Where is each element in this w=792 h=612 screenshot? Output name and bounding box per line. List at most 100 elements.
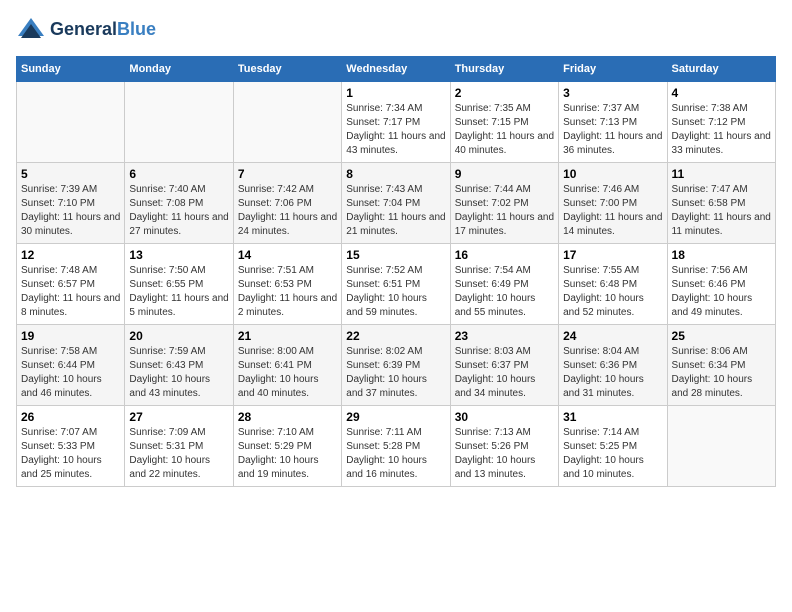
- day-info: Sunrise: 8:04 AM Sunset: 6:36 PM Dayligh…: [563, 345, 662, 401]
- calendar-cell: 13 Sunrise: 7:50 AM Sunset: 6:55 PM Dayli…: [125, 244, 233, 325]
- day-info: Sunrise: 8:02 AM Sunset: 6:39 PM Dayligh…: [346, 345, 445, 401]
- calendar-cell: 2Sunrise: 7:35 AM Sunset: 7:15 PM Daylig…: [450, 82, 558, 163]
- calendar-cell: 27 Sunrise: 7:09 AM Sunset: 5:31 PM Dayli…: [125, 406, 233, 487]
- day-number: 6: [129, 167, 228, 181]
- weekday-monday: Monday: [125, 57, 233, 82]
- day-number: 3: [563, 86, 662, 100]
- calendar-cell: 25Sunrise: 8:06 AM Sunset: 6:34 PM Dayli…: [667, 325, 775, 406]
- calendar-cell: 1Sunrise: 7:34 AM Sunset: 7:17 PM Daylig…: [342, 82, 450, 163]
- calendar-cell: 29 Sunrise: 7:11 AM Sunset: 5:28 PM Dayli…: [342, 406, 450, 487]
- calendar-cell: 17 Sunrise: 7:55 AM Sunset: 6:48 PM Dayli…: [559, 244, 667, 325]
- day-number: 21: [238, 329, 337, 343]
- calendar-cell: 15Sunrise: 7:52 AM Sunset: 6:51 PM Dayli…: [342, 244, 450, 325]
- day-info: Sunrise: 7:40 AM Sunset: 7:08 PM Dayligh…: [129, 183, 228, 239]
- day-info: Sunrise: 7:39 AM Sunset: 7:10 PM Dayligh…: [21, 183, 120, 239]
- day-number: 24: [563, 329, 662, 343]
- calendar-cell: 10Sunrise: 7:46 AM Sunset: 7:00 PM Dayli…: [559, 163, 667, 244]
- day-info: Sunrise: 7:42 AM Sunset: 7:06 PM Dayligh…: [238, 183, 337, 239]
- logo-icon: [16, 16, 46, 44]
- day-info: Sunrise: 7:47 AM Sunset: 6:58 PM Dayligh…: [672, 183, 771, 239]
- logo-text: GeneralBlue: [50, 20, 156, 40]
- calendar-cell: 14 Sunrise: 7:51 AM Sunset: 6:53 PM Dayli…: [233, 244, 341, 325]
- calendar-cell: 4 Sunrise: 7:38 AM Sunset: 7:12 PM Daylig…: [667, 82, 775, 163]
- day-number: 22: [346, 329, 445, 343]
- day-number: 23: [455, 329, 554, 343]
- page-header: GeneralBlue: [16, 16, 776, 44]
- day-number: 26: [21, 410, 120, 424]
- day-info: Sunrise: 7:44 AM Sunset: 7:02 PM Dayligh…: [455, 183, 554, 239]
- week-row-1: 1Sunrise: 7:34 AM Sunset: 7:17 PM Daylig…: [17, 82, 776, 163]
- weekday-wednesday: Wednesday: [342, 57, 450, 82]
- day-info: Sunrise: 8:00 AM Sunset: 6:41 PM Dayligh…: [238, 345, 337, 401]
- day-number: 14: [238, 248, 337, 262]
- day-info: Sunrise: 7:37 AM Sunset: 7:13 PM Dayligh…: [563, 102, 662, 158]
- calendar-cell: [233, 82, 341, 163]
- calendar-cell: 20 Sunrise: 7:59 AM Sunset: 6:43 PM Dayli…: [125, 325, 233, 406]
- calendar-cell: 3 Sunrise: 7:37 AM Sunset: 7:13 PM Daylig…: [559, 82, 667, 163]
- day-number: 5: [21, 167, 120, 181]
- calendar-cell: 11 Sunrise: 7:47 AM Sunset: 6:58 PM Dayli…: [667, 163, 775, 244]
- day-info: Sunrise: 8:03 AM Sunset: 6:37 PM Dayligh…: [455, 345, 554, 401]
- calendar-cell: [17, 82, 125, 163]
- day-info: Sunrise: 7:51 AM Sunset: 6:53 PM Dayligh…: [238, 264, 337, 320]
- calendar-cell: 5 Sunrise: 7:39 AM Sunset: 7:10 PM Daylig…: [17, 163, 125, 244]
- day-info: Sunrise: 7:38 AM Sunset: 7:12 PM Dayligh…: [672, 102, 771, 158]
- day-info: Sunrise: 7:50 AM Sunset: 6:55 PM Dayligh…: [129, 264, 228, 320]
- calendar-cell: 22 Sunrise: 8:02 AM Sunset: 6:39 PM Dayli…: [342, 325, 450, 406]
- weekday-friday: Friday: [559, 57, 667, 82]
- day-info: Sunrise: 7:52 AM Sunset: 6:51 PM Dayligh…: [346, 264, 445, 320]
- day-number: 16: [455, 248, 554, 262]
- day-number: 8: [346, 167, 445, 181]
- calendar-table: SundayMondayTuesdayWednesdayThursdayFrid…: [16, 56, 776, 487]
- day-info: Sunrise: 7:46 AM Sunset: 7:00 PM Dayligh…: [563, 183, 662, 239]
- calendar-cell: 30Sunrise: 7:13 AM Sunset: 5:26 PM Dayli…: [450, 406, 558, 487]
- day-number: 4: [672, 86, 771, 100]
- day-number: 1: [346, 86, 445, 100]
- day-info: Sunrise: 7:58 AM Sunset: 6:44 PM Dayligh…: [21, 345, 120, 401]
- calendar-body: 1Sunrise: 7:34 AM Sunset: 7:17 PM Daylig…: [17, 82, 776, 487]
- day-number: 11: [672, 167, 771, 181]
- calendar-cell: 8 Sunrise: 7:43 AM Sunset: 7:04 PM Daylig…: [342, 163, 450, 244]
- calendar-cell: 9 Sunrise: 7:44 AM Sunset: 7:02 PM Daylig…: [450, 163, 558, 244]
- calendar-cell: 24 Sunrise: 8:04 AM Sunset: 6:36 PM Dayli…: [559, 325, 667, 406]
- week-row-3: 12 Sunrise: 7:48 AM Sunset: 6:57 PM Dayli…: [17, 244, 776, 325]
- day-info: Sunrise: 7:09 AM Sunset: 5:31 PM Dayligh…: [129, 426, 228, 482]
- day-info: Sunrise: 7:14 AM Sunset: 5:25 PM Dayligh…: [563, 426, 662, 482]
- day-info: Sunrise: 7:43 AM Sunset: 7:04 PM Dayligh…: [346, 183, 445, 239]
- calendar-cell: 28Sunrise: 7:10 AM Sunset: 5:29 PM Dayli…: [233, 406, 341, 487]
- day-number: 7: [238, 167, 337, 181]
- calendar-cell: 31 Sunrise: 7:14 AM Sunset: 5:25 PM Dayli…: [559, 406, 667, 487]
- weekday-thursday: Thursday: [450, 57, 558, 82]
- day-info: Sunrise: 7:55 AM Sunset: 6:48 PM Dayligh…: [563, 264, 662, 320]
- day-number: 31: [563, 410, 662, 424]
- day-number: 29: [346, 410, 445, 424]
- day-info: Sunrise: 7:59 AM Sunset: 6:43 PM Dayligh…: [129, 345, 228, 401]
- calendar-cell: [667, 406, 775, 487]
- calendar-cell: 19Sunrise: 7:58 AM Sunset: 6:44 PM Dayli…: [17, 325, 125, 406]
- day-info: Sunrise: 8:06 AM Sunset: 6:34 PM Dayligh…: [672, 345, 771, 401]
- day-info: Sunrise: 7:07 AM Sunset: 5:33 PM Dayligh…: [21, 426, 120, 482]
- day-info: Sunrise: 7:11 AM Sunset: 5:28 PM Dayligh…: [346, 426, 445, 482]
- day-info: Sunrise: 7:13 AM Sunset: 5:26 PM Dayligh…: [455, 426, 554, 482]
- calendar-cell: 18 Sunrise: 7:56 AM Sunset: 6:46 PM Dayli…: [667, 244, 775, 325]
- day-info: Sunrise: 7:54 AM Sunset: 6:49 PM Dayligh…: [455, 264, 554, 320]
- week-row-5: 26 Sunrise: 7:07 AM Sunset: 5:33 PM Dayli…: [17, 406, 776, 487]
- day-number: 28: [238, 410, 337, 424]
- week-row-4: 19Sunrise: 7:58 AM Sunset: 6:44 PM Dayli…: [17, 325, 776, 406]
- weekday-sunday: Sunday: [17, 57, 125, 82]
- day-number: 27: [129, 410, 228, 424]
- calendar-cell: 26 Sunrise: 7:07 AM Sunset: 5:33 PM Dayli…: [17, 406, 125, 487]
- day-number: 12: [21, 248, 120, 262]
- day-number: 9: [455, 167, 554, 181]
- day-number: 20: [129, 329, 228, 343]
- calendar-cell: [125, 82, 233, 163]
- day-info: Sunrise: 7:48 AM Sunset: 6:57 PM Dayligh…: [21, 264, 120, 320]
- day-number: 17: [563, 248, 662, 262]
- day-info: Sunrise: 7:56 AM Sunset: 6:46 PM Dayligh…: [672, 264, 771, 320]
- day-number: 2: [455, 86, 554, 100]
- calendar-cell: 21 Sunrise: 8:00 AM Sunset: 6:41 PM Dayli…: [233, 325, 341, 406]
- calendar-cell: 6 Sunrise: 7:40 AM Sunset: 7:08 PM Daylig…: [125, 163, 233, 244]
- calendar-header: SundayMondayTuesdayWednesdayThursdayFrid…: [17, 57, 776, 82]
- day-number: 13: [129, 248, 228, 262]
- day-number: 18: [672, 248, 771, 262]
